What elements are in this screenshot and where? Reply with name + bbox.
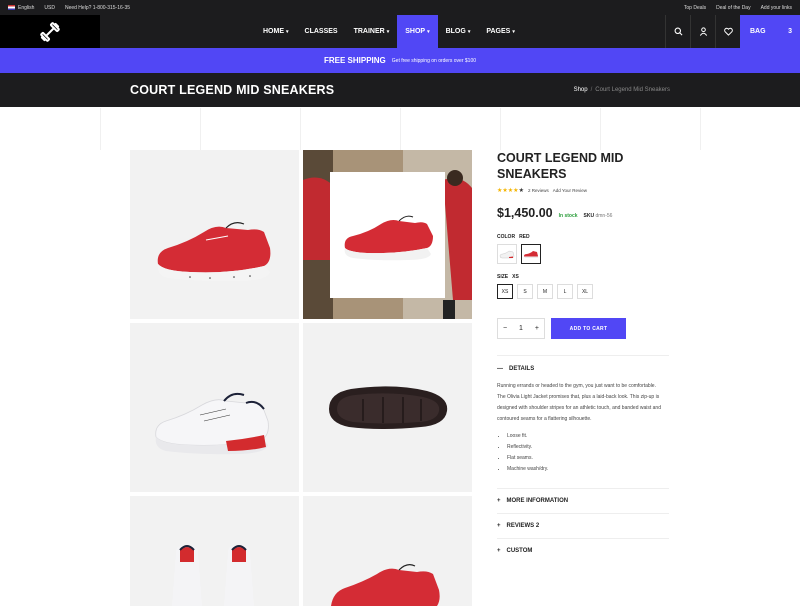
wishlist-button[interactable] [715, 15, 740, 48]
bag-button[interactable]: BAG 3 [740, 15, 800, 48]
details-toggle[interactable]: — DETAILS [497, 356, 669, 381]
color-swatch-white[interactable] [497, 244, 517, 264]
lifestyle-image [303, 150, 472, 319]
sneaker-rear-image [172, 545, 254, 606]
nav-shop[interactable]: SHOP ▾ [397, 15, 438, 48]
product-info: COURT LEGEND MID SNEAKERS ★★★★★ 2 Review… [497, 150, 669, 563]
more-information-toggle[interactable]: + MORE INFORMATION [497, 488, 669, 513]
star-empty-icon: ★ [518, 188, 524, 194]
list-item: Loose fit. [507, 431, 665, 442]
shipping-text: Get free shipping on orders over $100 [391, 57, 476, 64]
white-sneaker-thumbnail [499, 250, 515, 259]
plus-icon: + [497, 523, 501, 529]
size-option-m[interactable]: M [537, 284, 553, 299]
gallery-image-6[interactable] [303, 496, 472, 606]
top-deals-link[interactable]: Top Deals [684, 5, 706, 11]
add-review-link[interactable]: Add Your Review [553, 188, 587, 193]
add-to-cart-row: − 1 + ADD TO CART [497, 318, 669, 339]
product-price: $1,450.00 [497, 206, 553, 220]
size-value: XS [512, 274, 519, 280]
nav-trainer[interactable]: TRAINER ▾ [346, 15, 398, 48]
quantity-decrease-button[interactable]: − [503, 325, 507, 332]
size-option-l[interactable]: L [557, 284, 573, 299]
custom-toggle[interactable]: + CUSTOM [497, 538, 669, 563]
size-option-xs[interactable]: XS [497, 284, 513, 299]
shipping-title: FREE SHIPPING [323, 56, 386, 65]
gallery-image-1[interactable] [130, 150, 299, 319]
details-text: Running errands or headed to the gym, yo… [497, 383, 661, 422]
page-header: COURT LEGEND MID SNEAKERS Shop / Court Leg… [0, 73, 800, 107]
size-options: XS S M L XL [497, 284, 669, 299]
search-icon [674, 27, 682, 36]
red-sneaker-image [157, 222, 271, 282]
account-button[interactable] [690, 15, 715, 48]
user-icon [699, 27, 707, 36]
color-label: COLOR RED [497, 234, 530, 240]
gallery-image-2[interactable] [303, 150, 472, 319]
plus-icon: + [497, 548, 501, 554]
dumbbell-icon [40, 21, 60, 42]
help-text: Need Help? 1-800-315-16-35 [64, 4, 131, 11]
reviews-link[interactable]: 2 Reviews [528, 188, 549, 193]
nav-classes[interactable]: CLASSES [297, 15, 346, 48]
quantity-stepper: − 1 + [497, 318, 545, 339]
quantity-value[interactable]: 1 [519, 325, 523, 332]
flag-icon [8, 4, 15, 10]
list-item: Reflectivity. [507, 442, 665, 453]
nav-home[interactable]: HOME ▾ [255, 15, 297, 48]
bag-label: BAG [750, 28, 766, 35]
gallery-image-3[interactable] [130, 323, 299, 492]
heart-icon [723, 27, 733, 36]
gallery-image-4[interactable] [303, 323, 472, 492]
main-navigation: HOME ▾ CLASSES TRAINER ▾ SHOP ▾ BLOG ▾ PAGES… [0, 15, 800, 48]
page-title: COURT LEGEND MID SNEAKERS [130, 83, 335, 97]
red-sneaker-thumbnail [524, 251, 538, 258]
top-bar: English USD Need Help? 1-800-315-16-35 T… [0, 0, 800, 15]
sku: SKU dmn-56 [583, 213, 613, 219]
breadcrumb: Shop / Court Legend Mid Sneakers [573, 87, 670, 93]
language-selector[interactable]: English [8, 5, 34, 11]
nav-pages[interactable]: PAGES ▾ [478, 15, 523, 48]
rating-stars: ★★★★★ [497, 187, 524, 194]
quantity-increase-button[interactable]: + [535, 325, 539, 332]
color-value: RED [519, 234, 530, 240]
stock-status: In stock [558, 213, 578, 219]
nav-blog[interactable]: BLOG ▾ [438, 15, 479, 48]
details-list: Loose fit. Reflectivity. Flat seams. Mac… [507, 431, 665, 475]
list-item: Machine wash/dry. [507, 464, 665, 475]
currency-selector[interactable]: USD [44, 5, 55, 11]
shipping-banner: FREE SHIPPING Get free shipping on order… [0, 48, 800, 73]
details-accordion: — DETAILS Running errands or headed to t… [497, 355, 669, 475]
red-sneaker-image-2 [331, 564, 440, 606]
gallery-image-5[interactable] [130, 496, 299, 606]
color-swatch-red[interactable] [521, 244, 541, 264]
product-name: COURT LEGEND MID SNEAKERS [497, 151, 624, 181]
white-sneaker-image [155, 392, 269, 455]
sneaker-sole-image [329, 386, 448, 429]
size-option-s[interactable]: S [517, 284, 533, 299]
details-title: DETAILS [509, 365, 535, 372]
add-links-link[interactable]: Add your links [761, 5, 792, 11]
search-button[interactable] [665, 15, 690, 48]
reviews-toggle[interactable]: + REVIEWS 2 [497, 513, 669, 538]
size-label: SIZE XS [497, 274, 519, 280]
list-item: Flat seams. [507, 453, 665, 464]
price-row: $1,450.00 In stock SKU dmn-56 [497, 206, 669, 220]
details-content: Running errands or headed to the gym, yo… [497, 381, 669, 475]
color-swatches [497, 244, 669, 264]
product-rating: ★★★★★ 2 Reviews Add Your Review [497, 187, 669, 194]
size-option-xl[interactable]: XL [577, 284, 593, 299]
minus-icon: — [497, 365, 503, 372]
add-to-cart-button[interactable]: ADD TO CART [551, 318, 626, 339]
bag-count: 3 [788, 28, 792, 35]
deal-of-day-link[interactable]: Deal of the Day [716, 5, 750, 11]
plus-icon: + [497, 498, 501, 504]
breadcrumb-shop[interactable]: Shop [574, 87, 588, 93]
breadcrumb-current: Court Legend Mid Sneakers [595, 87, 670, 93]
logo[interactable] [0, 15, 100, 48]
